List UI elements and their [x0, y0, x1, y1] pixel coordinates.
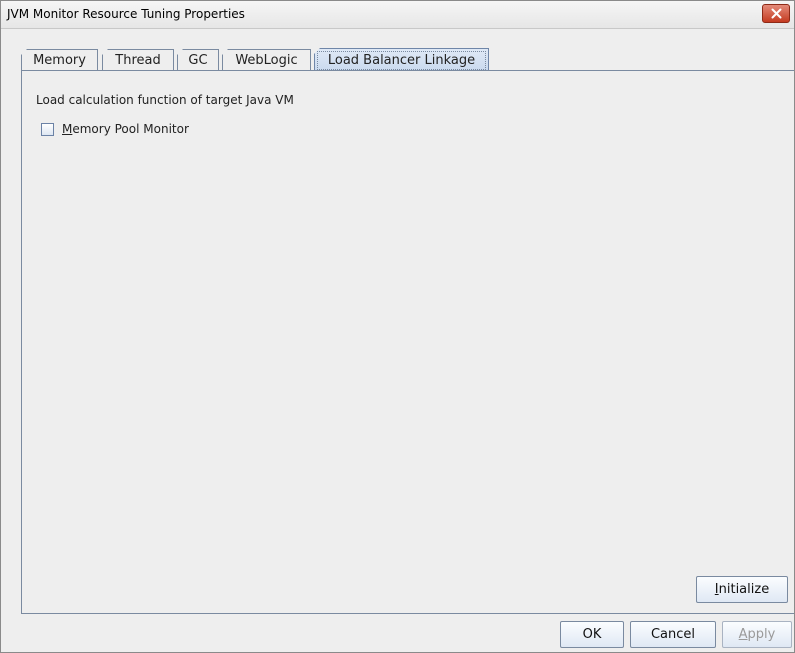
- section-label: Load calculation function of target Java…: [36, 93, 294, 107]
- tab-thread[interactable]: Thread: [102, 49, 174, 71]
- tab-memory[interactable]: Memory: [21, 49, 98, 71]
- properties-dialog: JVM Monitor Resource Tuning Properties M…: [0, 0, 795, 653]
- window-title: JVM Monitor Resource Tuning Properties: [7, 7, 245, 21]
- memory-pool-monitor-checkbox[interactable]: [41, 123, 54, 136]
- initialize-button[interactable]: Initialize: [696, 576, 788, 603]
- ok-button[interactable]: OK: [560, 621, 624, 648]
- tab-panel-load-balancer-linkage: Load calculation function of target Java…: [21, 70, 794, 614]
- tab-gc[interactable]: GC: [177, 49, 219, 71]
- close-button[interactable]: [762, 4, 790, 23]
- cancel-button[interactable]: Cancel: [630, 621, 716, 648]
- tab-weblogic[interactable]: WebLogic: [222, 49, 311, 71]
- memory-pool-monitor-label: Memory Pool Monitor: [62, 122, 189, 136]
- tab-label: Thread: [115, 53, 161, 68]
- tab-load-balancer-linkage[interactable]: Load Balancer Linkage: [314, 48, 489, 72]
- title-bar[interactable]: JVM Monitor Resource Tuning Properties: [1, 1, 794, 29]
- tab-label: Memory: [33, 53, 86, 68]
- close-icon: [771, 8, 782, 19]
- tab-label: WebLogic: [235, 53, 298, 68]
- apply-button[interactable]: Apply: [722, 621, 792, 648]
- tab-label: Load Balancer Linkage: [316, 51, 487, 70]
- tab-label: GC: [188, 53, 208, 68]
